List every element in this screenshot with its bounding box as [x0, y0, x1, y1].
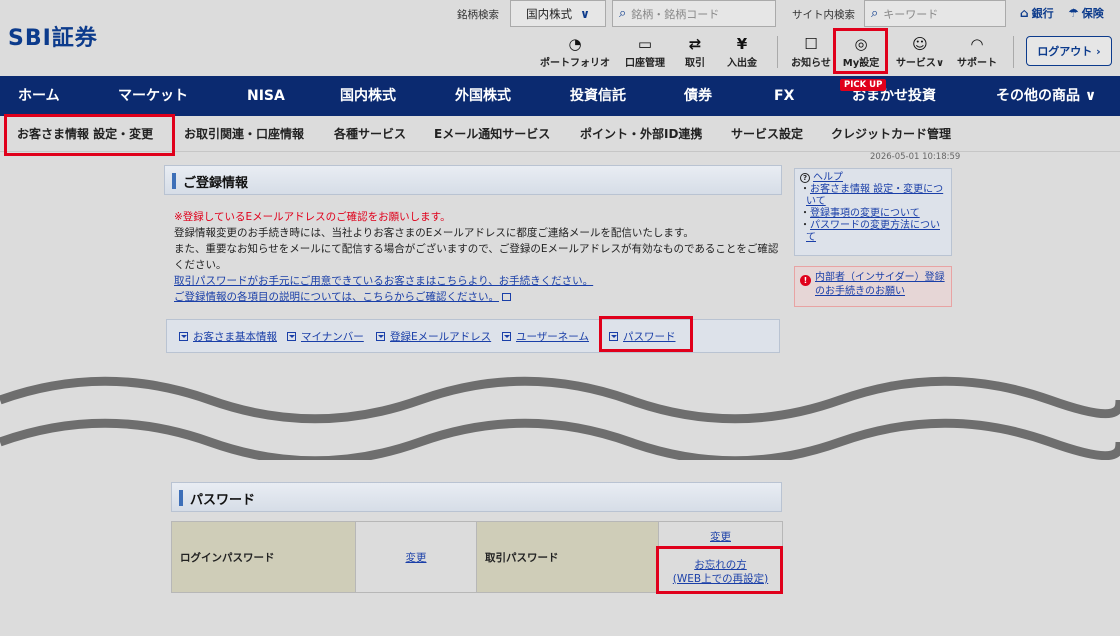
registration-header: ご登録情報	[164, 165, 782, 195]
highlight-forgot-password	[656, 546, 783, 594]
search-icon: ⌕	[619, 6, 627, 21]
headset-icon: ◠	[971, 35, 983, 53]
nav-market[interactable]: マーケット	[118, 76, 188, 116]
insider-notice: ! 内部者（インサイダー）登録のお手続きのお願い	[794, 266, 952, 307]
anchor-down-icon	[287, 332, 296, 341]
anchor-down-icon	[179, 332, 188, 341]
card-icon: ▭	[637, 35, 653, 53]
pickup-badge: PICK UP	[840, 79, 887, 91]
registration-notice: ※登録しているEメールアドレスのご確認をお願いします。 登録情報変更のお手続き時…	[174, 209, 784, 305]
pie-chart-icon: ◔	[568, 35, 582, 53]
anchor-down-icon	[376, 332, 385, 341]
help-link-registration-change[interactable]: 登録事項の変更について	[810, 208, 920, 219]
bank-icon: ⌂	[1020, 6, 1029, 20]
subnav-points-id[interactable]: ポイント・外部ID連携	[580, 116, 702, 152]
subnav-email-notify[interactable]: Eメール通知サービス	[434, 116, 550, 152]
insurance-link[interactable]: ☂ 保険	[1068, 5, 1104, 21]
password-header: パスワード	[171, 482, 782, 512]
notice-line2: また、重要なお知らせをメールにて配信する場合がございますので、ご登録のEメールア…	[174, 243, 779, 271]
support-button[interactable]: ◠ サポート	[954, 34, 1000, 69]
help-link-customer-info[interactable]: お客さま情報 設定・変更について	[806, 184, 943, 207]
anchor-email[interactable]: 登録Eメールアドレス	[376, 329, 491, 344]
section-marker	[179, 490, 183, 506]
site-search-input[interactable]: ⌕ キーワード	[864, 0, 1006, 27]
registration-title: ご登録情報	[183, 176, 249, 191]
nav-domestic-stocks[interactable]: 国内株式	[340, 76, 396, 116]
nav-other-products[interactable]: その他の商品 ∨	[996, 76, 1096, 116]
services-button[interactable]: ☺ サービス∨	[892, 34, 948, 69]
anchor-down-icon	[502, 332, 511, 341]
highlight-password-anchor	[599, 316, 693, 352]
sbi-logo[interactable]: SBI証券	[8, 20, 98, 52]
bank-link[interactable]: ⌂ 銀行	[1020, 5, 1054, 21]
nav-mutual-funds[interactable]: 投資信託	[570, 76, 626, 116]
notice-button[interactable]: ☐ お知らせ	[790, 34, 832, 69]
account-button[interactable]: ▭ 口座管理	[622, 34, 668, 69]
site-header: SBI証券 銘柄検索 国内株式 ∨ ⌕ 銘柄・銘柄コード サイト内検索 ⌕ キーワード…	[0, 0, 1120, 76]
main-nav: ホーム マーケット NISA 国内株式 外国株式 投資信託 債券 FX おまかせ…	[0, 76, 1120, 116]
login-password-label: ログインパスワード	[171, 521, 356, 593]
nav-bonds[interactable]: 債券	[684, 76, 712, 116]
help-link[interactable]: ヘルプ	[813, 172, 843, 184]
deposit-button[interactable]: ¥ 入出金	[722, 34, 762, 69]
exchange-icon: ⇄	[688, 35, 702, 53]
stock-search-input[interactable]: ⌕ 銘柄・銘柄コード	[612, 0, 776, 27]
umbrella-icon: ☂	[1068, 6, 1079, 20]
wave-separator	[0, 376, 1120, 460]
hand-coin-icon: ☺	[912, 35, 928, 53]
help-panel: ? ヘルプ ・お客さま情報 設定・変更について ・登録事項の変更について ・パスワ…	[794, 168, 952, 256]
nav-foreign-stocks[interactable]: 外国株式	[455, 76, 511, 116]
nav-fx[interactable]: FX	[774, 76, 794, 116]
explain-link[interactable]: ご登録情報の各項目の説明については、こちらからご確認ください。	[174, 291, 499, 303]
notice-red: ※登録しているEメールアドレスのご確認をお願いします。	[174, 211, 451, 223]
subnav-credit-card[interactable]: クレジットカード管理	[831, 116, 951, 152]
trade-button[interactable]: ⇄ 取引	[680, 34, 710, 69]
logout-button[interactable]: ログアウト ›	[1026, 36, 1112, 66]
login-password-change-link[interactable]: 変更	[406, 552, 427, 564]
search-icon: ⌕	[871, 6, 879, 21]
trade-password-label: 取引パスワード	[476, 521, 659, 593]
highlight-customer-info	[4, 114, 175, 156]
chevron-down-icon: ∨	[580, 6, 590, 21]
nav-home[interactable]: ホーム	[18, 76, 60, 116]
external-window-icon	[501, 293, 511, 301]
trade-password-change-link[interactable]: 変更	[710, 531, 731, 543]
anchor-username[interactable]: ユーザーネーム	[502, 329, 589, 344]
header-divider	[1013, 36, 1014, 68]
insider-link[interactable]: 内部者（インサイダー）登録のお手続きのお願い	[815, 272, 945, 297]
subnav-services[interactable]: 各種サービス	[334, 116, 406, 152]
portfolio-button[interactable]: ◔ ポートフォリオ	[538, 34, 612, 69]
market-select[interactable]: 国内株式 ∨	[510, 0, 606, 27]
subnav-service-settings[interactable]: サービス設定	[731, 116, 803, 152]
notice-line1: 登録情報変更のお手続き時には、当社よりお客さまのEメールアドレスに都度ご連絡メー…	[174, 227, 694, 239]
nav-nisa[interactable]: NISA	[247, 76, 285, 116]
anchor-basic-info[interactable]: お客さま基本情報	[179, 329, 277, 344]
login-password-cell: 変更	[355, 521, 477, 593]
stock-search-label: 銘柄検索	[457, 9, 499, 21]
trade-password-link[interactable]: 取引パスワードがお手元にご用意できているお客さまはこちらより、お手続きください。	[174, 275, 593, 287]
site-search-label: サイト内検索	[792, 9, 855, 21]
subnav-trade-account[interactable]: お取引関連・口座情報	[184, 116, 304, 152]
section-marker	[172, 173, 176, 189]
yen-coin-icon: ¥	[736, 35, 748, 53]
header-divider	[777, 36, 778, 68]
highlight-my-settings	[833, 28, 888, 74]
help-link-password-change[interactable]: パスワードの変更方法について	[806, 220, 940, 243]
password-title: パスワード	[190, 493, 256, 508]
anchor-my-number[interactable]: マイナンバー	[287, 329, 364, 344]
message-icon: ☐	[804, 35, 818, 53]
help-icon: ?	[800, 173, 810, 183]
timestamp: 2026-05-01 10:18:59	[870, 152, 961, 162]
alert-icon: !	[800, 275, 811, 286]
